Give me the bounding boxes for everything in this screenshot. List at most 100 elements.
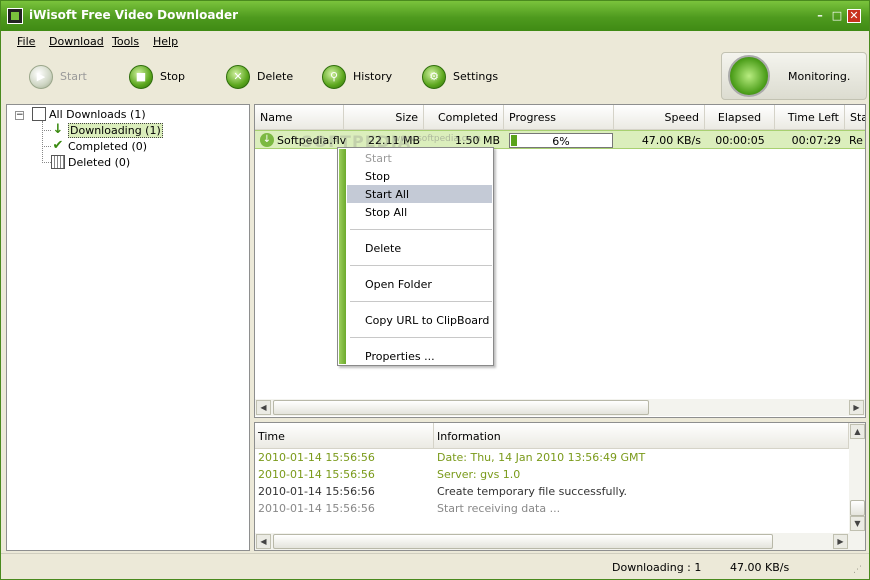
toolbar: ▶ Start ■ Stop ✕ Delete ⚲ History ⚙ Sett… <box>1 52 869 102</box>
log-row: 2010-01-14 15:56:56 Create temporary fil… <box>255 483 851 500</box>
monitoring-button[interactable]: Monitoring. <box>721 52 867 100</box>
tree-connector <box>42 146 51 147</box>
column-header-completed[interactable]: Completed <box>424 105 504 130</box>
menu-download[interactable]: Download <box>49 35 104 48</box>
tree-collapse-toggle[interactable]: − <box>15 111 24 120</box>
context-stop-all[interactable]: Stop All <box>347 203 492 221</box>
menu-help[interactable]: Help <box>153 35 178 48</box>
menu-separator <box>350 301 492 302</box>
tree-item-completed[interactable]: ✔ Completed (0) <box>51 138 148 154</box>
maximize-button[interactable]: □ <box>830 9 844 23</box>
settings-label: Settings <box>453 70 499 83</box>
horizontal-scrollbar[interactable]: ◀ ▶ <box>255 399 865 416</box>
scrollbar-thumb[interactable] <box>850 500 865 516</box>
horizontal-scrollbar[interactable]: ◀ ▶ <box>255 533 865 550</box>
log-row: 2010-01-14 15:56:56 Start receiving data… <box>255 500 851 517</box>
log-time: 2010-01-14 15:56:56 <box>258 502 375 515</box>
column-header-size[interactable]: Size <box>344 105 424 130</box>
status-downloading: Downloading : 1 <box>612 561 702 574</box>
menu-separator <box>350 337 492 338</box>
scroll-up-icon[interactable]: ▲ <box>850 424 865 439</box>
tree-item-label: Completed (0) <box>68 140 148 153</box>
tree-item-all-downloads[interactable]: All Downloads (1) <box>32 107 146 122</box>
vertical-scrollbar[interactable]: ▲ ▼ <box>849 423 865 533</box>
menu-bar: File Download Tools Help <box>1 32 869 52</box>
context-start-all[interactable]: Start All <box>347 185 492 203</box>
column-header-name[interactable]: Name <box>255 105 344 130</box>
magnifier-icon: ⚲ <box>322 65 346 89</box>
context-start[interactable]: Start <box>347 149 492 167</box>
checkmark-icon: ✔ <box>52 138 64 153</box>
row-time-left: 00:07:29 <box>791 134 841 147</box>
play-icon: ▶ <box>29 65 53 89</box>
watermark-url: www.softpedia.com <box>393 134 481 144</box>
tree-item-downloading[interactable]: ↓ Downloading (1) <box>51 122 163 138</box>
stop-icon: ■ <box>129 65 153 89</box>
scroll-left-icon[interactable]: ◀ <box>256 400 271 415</box>
history-label: History <box>353 70 393 83</box>
context-open-folder[interactable]: Open Folder <box>347 275 492 293</box>
minimize-button[interactable]: – <box>813 9 827 23</box>
status-speed: 47.00 KB/s <box>730 561 790 574</box>
context-menu-sidebar <box>339 149 346 364</box>
log-header-information[interactable]: Information <box>434 423 849 449</box>
scroll-right-icon[interactable]: ▶ <box>849 400 864 415</box>
menu-separator <box>350 229 492 230</box>
tree-connector <box>42 121 43 163</box>
column-header-status[interactable]: Sta <box>845 105 865 130</box>
delete-label: Delete <box>257 70 294 83</box>
tree-connector <box>42 130 51 131</box>
context-menu: Start Stop Start All Stop All Delete Ope… <box>337 147 494 366</box>
gear-icon: ⚙ <box>422 65 446 89</box>
log-info: Create temporary file successfully. <box>437 485 628 498</box>
log-info: Start receiving data ... <box>437 502 561 515</box>
column-header-elapsed[interactable]: Elapsed <box>705 105 775 130</box>
context-properties[interactable]: Properties ... <box>347 347 492 365</box>
radar-icon <box>728 55 770 97</box>
log-info: Server: gvs 1.0 <box>437 468 521 481</box>
scroll-left-icon[interactable]: ◀ <box>256 534 271 549</box>
trash-icon <box>51 155 65 169</box>
scrollbar-thumb[interactable] <box>273 534 773 549</box>
column-header-time-left[interactable]: Time Left <box>775 105 845 130</box>
close-button[interactable]: ✕ <box>847 9 861 23</box>
log-row: 2010-01-14 15:56:56 Server: gvs 1.0 <box>255 466 851 483</box>
scrollbar-thumb[interactable] <box>273 400 649 415</box>
column-header-speed[interactable]: Speed <box>614 105 705 130</box>
scroll-right-icon[interactable]: ▶ <box>833 534 848 549</box>
app-window: iWisoft Free Video Downloader – □ ✕ File… <box>0 0 870 580</box>
log-header-time[interactable]: Time <box>255 423 434 449</box>
row-progress-text: 6% <box>552 135 570 148</box>
context-delete[interactable]: Delete <box>347 239 492 257</box>
tree-item-label: Deleted (0) <box>68 156 131 169</box>
tree-item-deleted[interactable]: Deleted (0) <box>51 155 131 170</box>
log-info: Date: Thu, 14 Jan 2010 13:56:49 GMT <box>437 451 646 464</box>
context-stop[interactable]: Stop <box>347 167 492 185</box>
tree-item-label: All Downloads (1) <box>49 108 146 121</box>
down-arrow-icon: ↓ <box>52 122 64 137</box>
row-status: Re <box>849 134 863 147</box>
menu-tools[interactable]: Tools <box>112 35 139 48</box>
context-copy-url[interactable]: Copy URL to ClipBoard <box>347 311 492 329</box>
start-label: Start <box>60 70 87 83</box>
menu-separator <box>350 265 492 266</box>
menu-file[interactable]: File <box>17 35 35 48</box>
status-bar: Downloading : 1 47.00 KB/s ⋰ <box>1 553 869 579</box>
row-elapsed: 00:00:05 <box>715 134 765 147</box>
log-panel: Time Information 2010-01-14 15:56:56 Dat… <box>254 422 866 551</box>
log-row: 2010-01-14 15:56:56 Date: Thu, 14 Jan 20… <box>255 449 851 466</box>
scroll-down-icon[interactable]: ▼ <box>850 516 865 531</box>
delete-icon: ✕ <box>226 65 250 89</box>
download-folder-icon <box>32 107 46 121</box>
log-time: 2010-01-14 15:56:56 <box>258 485 375 498</box>
row-progress-bar: 6% <box>509 133 613 148</box>
resize-grip-icon[interactable]: ⋰ <box>853 564 865 576</box>
column-header-progress[interactable]: Progress <box>504 105 614 130</box>
monitoring-label: Monitoring. <box>788 70 851 83</box>
row-speed: 47.00 KB/s <box>641 134 701 147</box>
tree-connector <box>42 162 51 163</box>
log-time: 2010-01-14 15:56:56 <box>258 451 375 464</box>
stop-label: Stop <box>160 70 186 83</box>
title-bar[interactable]: iWisoft Free Video Downloader – □ ✕ <box>1 1 869 31</box>
window-title: iWisoft Free Video Downloader <box>29 8 239 22</box>
